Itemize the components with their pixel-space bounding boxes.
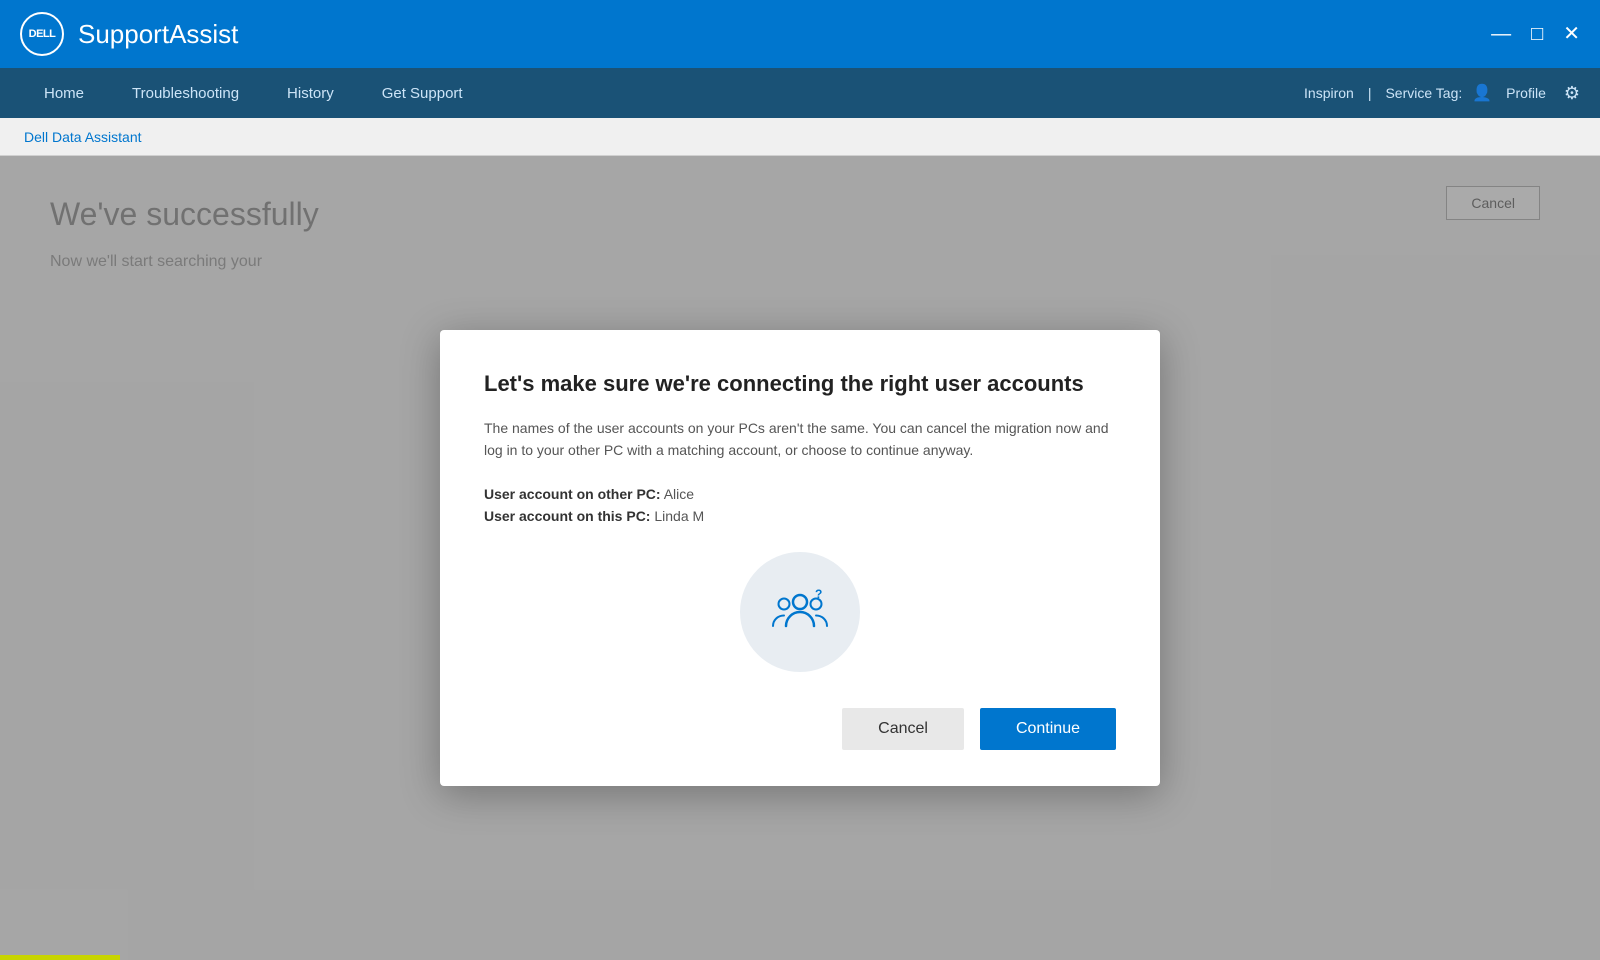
app-title: SupportAssist: [78, 19, 238, 50]
breadcrumb-text: Dell Data Assistant: [24, 129, 142, 145]
minimize-button[interactable]: —: [1491, 24, 1511, 44]
dialog-cancel-button[interactable]: Cancel: [842, 708, 964, 750]
profile-label[interactable]: Profile: [1506, 85, 1546, 101]
dialog-buttons: Cancel Continue: [484, 708, 1116, 750]
nav-bar: Home Troubleshooting History Get Support…: [0, 68, 1600, 118]
main-content: We've successfully Now we'll start searc…: [0, 156, 1600, 960]
title-bar-left: DELL SupportAssist: [20, 12, 238, 56]
modal-overlay: Let's make sure we're connecting the rig…: [0, 156, 1600, 960]
bottom-status-bar: [0, 955, 120, 960]
title-bar: DELL SupportAssist — □ ✕: [0, 0, 1600, 68]
close-button[interactable]: ✕: [1563, 24, 1580, 44]
nav-item-get-support[interactable]: Get Support: [358, 68, 487, 118]
nav-left: Home Troubleshooting History Get Support: [20, 68, 487, 118]
nav-item-history[interactable]: History: [263, 68, 358, 118]
maximize-button[interactable]: □: [1531, 24, 1543, 44]
dialog-description: The names of the user accounts on your P…: [484, 417, 1116, 462]
dell-logo: DELL: [20, 12, 64, 56]
nav-item-troubleshooting[interactable]: Troubleshooting: [108, 68, 263, 118]
nav-right: Inspiron | Service Tag: 👤 Profile ⚙: [1304, 83, 1580, 104]
user-account-this-line: User account on this PC: Linda M: [484, 508, 1116, 524]
svg-text:?: ?: [815, 587, 822, 601]
nav-item-home[interactable]: Home: [20, 68, 108, 118]
user-accounts: User account on other PC: Alice User acc…: [484, 486, 1116, 524]
dialog-title: Let's make sure we're connecting the rig…: [484, 370, 1116, 399]
nav-divider: |: [1368, 85, 1372, 101]
user-account-other-line: User account on other PC: Alice: [484, 486, 1116, 502]
users-icon-circle: ?: [740, 552, 860, 672]
service-tag-label: Service Tag:: [1385, 85, 1462, 101]
icon-area: ?: [484, 552, 1116, 672]
profile-icon: 👤: [1472, 83, 1492, 103]
users-icon: ?: [768, 580, 832, 644]
device-name: Inspiron: [1304, 85, 1354, 101]
dialog-continue-button[interactable]: Continue: [980, 708, 1116, 750]
settings-icon[interactable]: ⚙: [1564, 83, 1580, 104]
breadcrumb-bar: Dell Data Assistant: [0, 118, 1600, 156]
window-controls: — □ ✕: [1491, 24, 1580, 44]
dialog: Let's make sure we're connecting the rig…: [440, 330, 1160, 785]
